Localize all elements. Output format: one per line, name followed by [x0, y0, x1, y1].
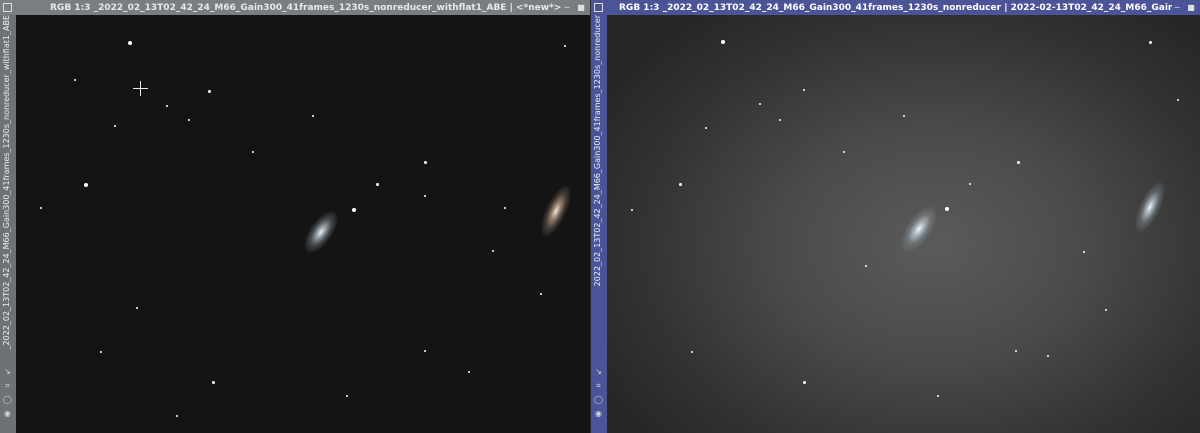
galaxy-m65	[535, 181, 577, 241]
star	[188, 119, 190, 121]
star	[84, 183, 88, 187]
star	[346, 395, 348, 397]
star	[1017, 161, 1020, 164]
star	[208, 90, 211, 93]
side-label-right: 2022_02_13T02_42_24_M66_Gain300_41frames…	[593, 15, 602, 287]
star	[1149, 41, 1152, 44]
star	[376, 183, 379, 186]
window-title-left: RGB 1:3 _2022_02_13T02_42_24_M66_Gain300…	[50, 2, 562, 13]
close-icon[interactable]: ■	[1186, 3, 1196, 13]
link-icon[interactable]: ↘	[592, 366, 605, 377]
star	[492, 250, 494, 252]
shade-icon[interactable]: ◯	[1, 394, 14, 405]
window-titlebar-left[interactable]: RGB 1:3 _2022_02_13T02_42_24_M66_Gain300…	[0, 0, 590, 15]
galaxy-m66	[298, 206, 344, 258]
star	[803, 89, 805, 91]
minimize-icon[interactable]: ─	[1172, 3, 1182, 13]
star	[779, 119, 781, 121]
settings-icon[interactable]: ◉	[592, 408, 605, 419]
star	[74, 79, 76, 81]
star	[114, 125, 116, 127]
star	[40, 207, 42, 209]
star	[705, 127, 707, 129]
image-canvas-left[interactable]	[16, 15, 590, 433]
pin-icon[interactable]: ⌗	[1, 380, 14, 391]
star	[843, 151, 845, 153]
star	[252, 151, 254, 153]
window-icon[interactable]	[594, 3, 603, 12]
minimize-icon[interactable]: ─	[562, 3, 572, 13]
image-window-right[interactable]: RGB 1:3 _2022_02_13T02_42_24_M66_Gain300…	[591, 0, 1200, 433]
star	[937, 395, 939, 397]
star	[1047, 355, 1049, 357]
window-side-tab-right[interactable]: 2022_02_13T02_42_24_M66_Gain300_41frames…	[591, 15, 607, 433]
star	[312, 115, 314, 117]
star	[504, 207, 506, 209]
star	[352, 208, 356, 212]
star	[564, 45, 566, 47]
window-side-tab-left[interactable]: _2022_02_13T02_42_24_M66_Gain300_41frame…	[0, 15, 16, 433]
star	[691, 351, 693, 353]
star	[903, 115, 905, 117]
star	[424, 350, 426, 352]
image-canvas-right[interactable]	[607, 15, 1200, 433]
image-window-left[interactable]: RGB 1:3 _2022_02_13T02_42_24_M66_Gain300…	[0, 0, 590, 433]
star	[540, 293, 542, 295]
star	[679, 183, 682, 186]
star	[803, 381, 806, 384]
pin-icon[interactable]: ⌗	[592, 380, 605, 391]
star	[212, 381, 215, 384]
star	[128, 41, 132, 45]
star	[969, 183, 971, 185]
link-icon[interactable]: ↘	[1, 366, 14, 377]
galaxy-m65	[1129, 178, 1171, 236]
star	[166, 105, 168, 107]
star	[945, 207, 949, 211]
star	[176, 415, 178, 417]
star	[468, 371, 470, 373]
side-label-left: _2022_02_13T02_42_24_M66_Gain300_41frame…	[2, 15, 11, 350]
window-icon[interactable]	[3, 3, 12, 12]
star	[631, 209, 633, 211]
star	[1015, 350, 1017, 352]
star	[865, 265, 867, 267]
star	[1083, 251, 1085, 253]
close-icon[interactable]: ■	[576, 3, 586, 13]
star	[721, 40, 725, 44]
window-titlebar-right[interactable]: RGB 1:3 _2022_02_13T02_42_24_M66_Gain300…	[591, 0, 1200, 15]
star	[100, 351, 102, 353]
star	[759, 103, 761, 105]
star	[424, 195, 426, 197]
crosshair-cursor-icon	[133, 81, 148, 96]
star	[1177, 99, 1179, 101]
star	[424, 161, 427, 164]
shade-icon[interactable]: ◯	[592, 394, 605, 405]
star	[136, 307, 138, 309]
star	[1105, 309, 1107, 311]
settings-icon[interactable]: ◉	[1, 408, 14, 419]
window-title-right: RGB 1:3 _2022_02_13T02_42_24_M66_Gain300…	[619, 2, 1172, 13]
galaxy-m66	[894, 200, 944, 258]
